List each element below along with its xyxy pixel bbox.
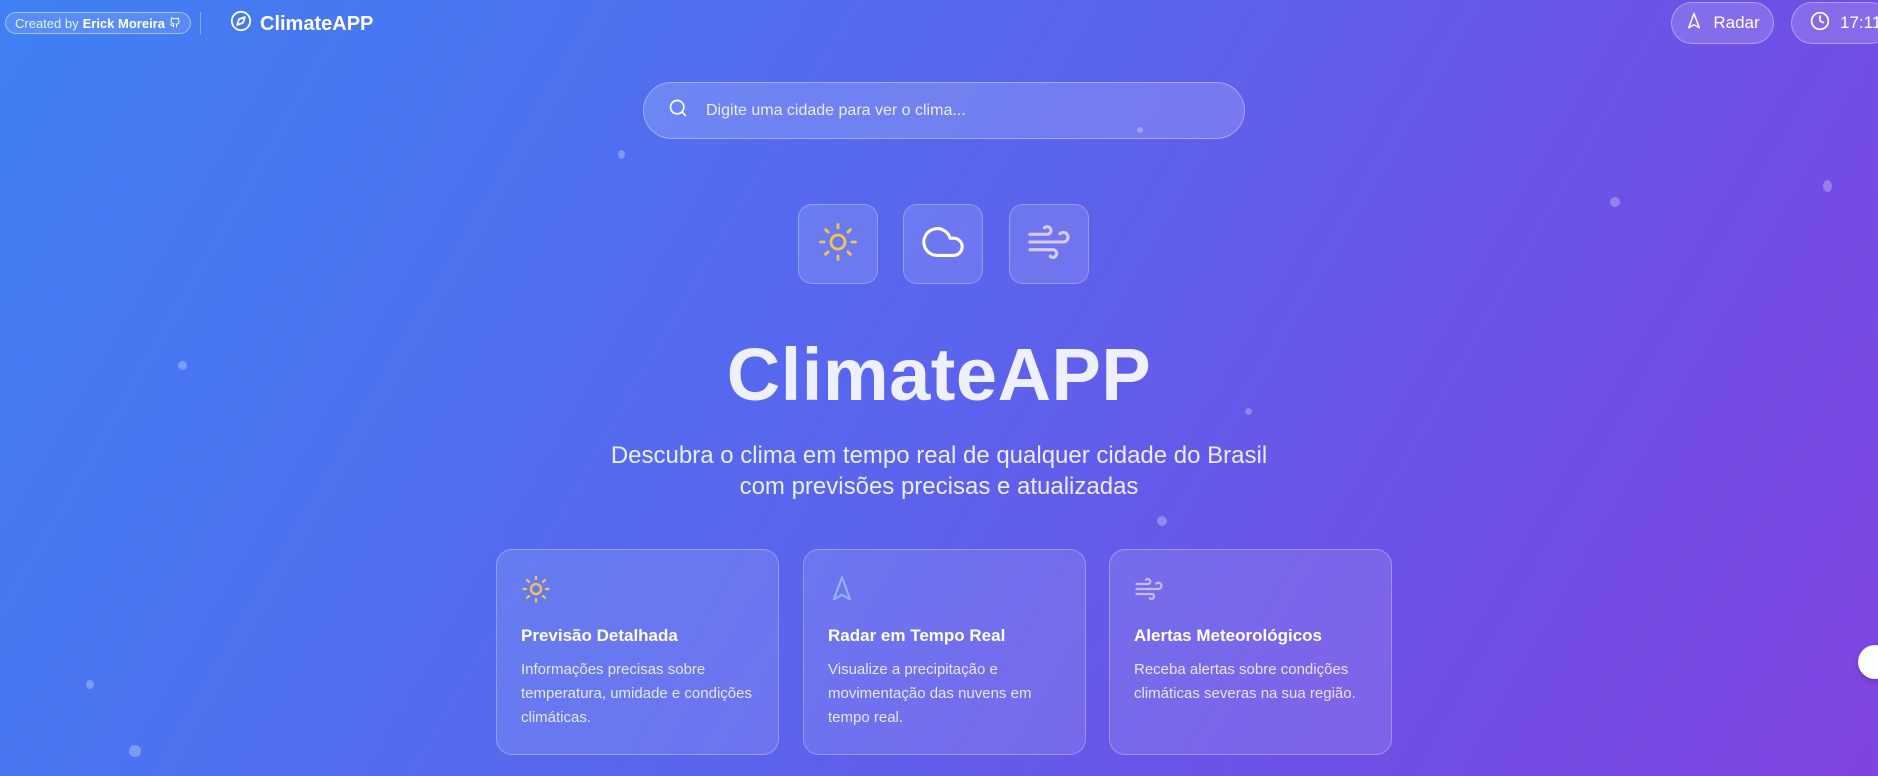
wind-icon xyxy=(1026,219,1072,270)
wind-tile xyxy=(1009,204,1089,284)
navigation-arrow-icon xyxy=(1685,12,1703,35)
current-time: 17:11 xyxy=(1840,13,1878,32)
radar-button[interactable]: Radar xyxy=(1671,2,1774,44)
particle xyxy=(1610,197,1620,207)
navigation-arrow-icon xyxy=(828,574,856,609)
feature-description: Receba alertas sobre condições climática… xyxy=(1134,661,1356,702)
author-credit-link[interactable]: Created by Erick Moreira xyxy=(5,12,191,34)
feature-title: Alertas Meteorológicos xyxy=(1134,626,1322,645)
credit-author: Erick Moreira xyxy=(82,15,165,31)
feature-description: Visualize a precipitação e movimentação … xyxy=(828,661,1032,726)
compass-icon xyxy=(230,10,252,38)
top-bar: Created by Erick Moreira ClimateAPP Rada… xyxy=(0,0,1878,46)
credit-prefix: Created by xyxy=(15,15,79,31)
feature-description: Informações precisas sobre temperatura, … xyxy=(521,661,752,726)
clock-icon xyxy=(1810,11,1830,36)
header-divider xyxy=(200,12,201,34)
cloud-tile xyxy=(903,204,983,284)
particle xyxy=(618,150,625,159)
github-icon xyxy=(169,16,181,31)
sun-icon xyxy=(521,574,551,609)
feature-title: Radar em Tempo Real xyxy=(828,626,1006,645)
particle xyxy=(1823,180,1832,192)
search-bar[interactable] xyxy=(643,82,1245,139)
search-icon xyxy=(668,98,688,123)
sun-tile xyxy=(798,204,878,284)
particle xyxy=(86,680,94,689)
feature-card-forecast: Previsão Detalhada Informações precisas … xyxy=(496,549,779,755)
cloud-icon xyxy=(920,219,966,270)
feature-title: Previsão Detalhada xyxy=(521,626,678,645)
clock-button[interactable]: 17:11 xyxy=(1791,2,1878,44)
radar-button-label: Radar xyxy=(1713,13,1760,32)
feature-card-radar: Radar em Tempo Real Visualize a precipit… xyxy=(803,549,1086,755)
brand-name: ClimateAPP xyxy=(260,12,374,35)
hero-subtitle: Descubra o clima em tempo real de qualqu… xyxy=(0,440,1878,502)
particle xyxy=(1157,516,1167,526)
search-input[interactable] xyxy=(704,100,1228,121)
floating-widget-button[interactable] xyxy=(1858,645,1878,679)
hero-subtitle-line-1: Descubra o clima em tempo real de qualqu… xyxy=(610,442,1268,469)
particle xyxy=(129,745,141,757)
hero-subtitle-line-2: com previsões precisas e atualizadas xyxy=(739,473,1139,500)
brand-logo[interactable]: ClimateAPP xyxy=(230,10,373,38)
hero-title: ClimateAPP xyxy=(726,333,1152,416)
wind-icon xyxy=(1134,574,1164,609)
feature-card-alerts: Alertas Meteorológicos Receba alertas so… xyxy=(1109,549,1392,755)
sun-icon xyxy=(817,221,859,268)
